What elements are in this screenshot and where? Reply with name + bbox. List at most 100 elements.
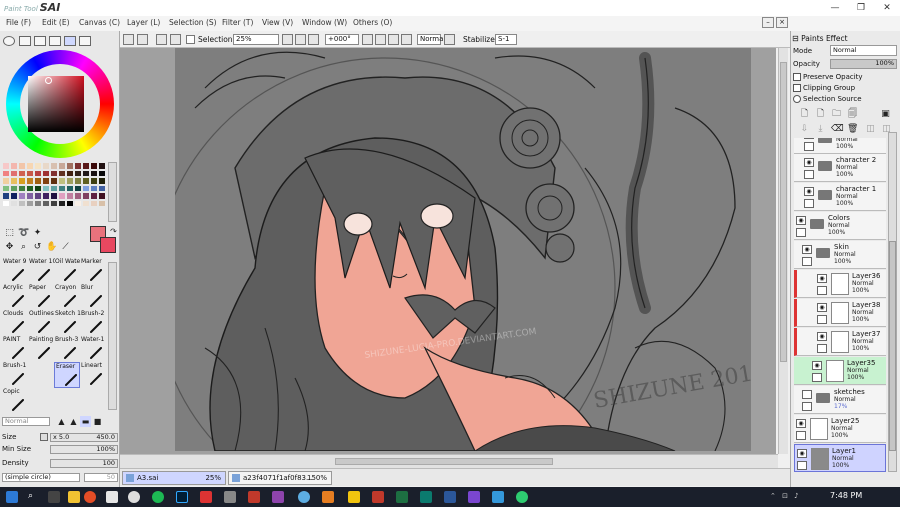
chrome-icon[interactable]: [84, 491, 96, 503]
minimize-button[interactable]: —: [822, 0, 848, 16]
color-swatch[interactable]: [74, 162, 82, 170]
saturation-value-square[interactable]: [28, 76, 84, 132]
color-swatch[interactable]: [42, 169, 50, 177]
duplicate-layer-icon[interactable]: 🗐: [847, 109, 858, 120]
color-swatch[interactable]: [26, 162, 34, 170]
brush-slot[interactable]: Copic: [2, 388, 28, 414]
color-swatch[interactable]: [42, 177, 50, 185]
brush-slot[interactable]: Water-1: [80, 336, 106, 362]
doc-tab-a3[interactable]: A3.sai 25%: [122, 471, 226, 485]
layer-row[interactable]: ◉ Layer37 Normal 100%: [794, 328, 886, 356]
layer-scrollbar[interactable]: [888, 132, 897, 472]
shape-flat-icon[interactable]: ■: [92, 416, 103, 427]
canvas-horizontal-scroll-thumb[interactable]: [335, 458, 553, 465]
layer-row[interactable]: ◉ Layer35 Normal 100%: [794, 357, 886, 385]
color-swatch[interactable]: [82, 177, 90, 185]
swatches-tab-icon[interactable]: [64, 36, 76, 46]
blend-mode-button[interactable]: [444, 34, 455, 45]
menu-filter[interactable]: Filter (T): [222, 18, 253, 27]
color-swatch[interactable]: [66, 192, 74, 200]
color-swatch[interactable]: [34, 192, 42, 200]
restore-button[interactable]: ❐: [848, 0, 874, 16]
color-swatch[interactable]: [42, 162, 50, 170]
visibility-eye-icon[interactable]: ◉: [812, 361, 822, 370]
color-swatch[interactable]: [58, 184, 66, 192]
selection-checkbox[interactable]: [186, 35, 195, 44]
rotate-tool-icon[interactable]: ↺: [32, 242, 43, 253]
menu-canvas[interactable]: Canvas (C): [79, 18, 120, 27]
visibility-eye-icon[interactable]: ◉: [817, 274, 827, 283]
visibility-eye-icon[interactable]: ◉: [802, 245, 812, 254]
color-swatch[interactable]: [50, 199, 58, 207]
new-folder-icon[interactable]: 🗀: [831, 109, 842, 120]
layer-row[interactable]: ◉ Layer1 Normal 100%: [794, 444, 886, 472]
color-swatch[interactable]: [98, 192, 106, 200]
visibility-eye-icon[interactable]: ◉: [796, 216, 806, 225]
transfer-down-icon[interactable]: ⇩: [799, 124, 810, 135]
shape-hard-icon[interactable]: ▲: [56, 416, 67, 427]
visibility-eye-icon[interactable]: ◉: [804, 138, 814, 139]
color-swatch[interactable]: [98, 184, 106, 192]
mdi-close-button[interactable]: ×: [776, 17, 788, 28]
brush-shape-select[interactable]: (simple circle): [2, 473, 80, 482]
color-swatch[interactable]: [98, 199, 106, 207]
rgb-slider-tab-icon[interactable]: [19, 36, 31, 46]
layer-folder-row[interactable]: ◉ character 1 Normal 100%: [794, 183, 886, 211]
brush-slot[interactable]: Painting: [28, 336, 54, 362]
layer-lock-icon[interactable]: [812, 373, 822, 382]
stabilizer-select[interactable]: S-1: [495, 34, 517, 45]
brush-slot[interactable]: Blur: [80, 284, 106, 310]
system-tray[interactable]: ⌃ ⊡ ♪: [770, 492, 801, 500]
color-swatch[interactable]: [50, 162, 58, 170]
brush-slot[interactable]: Clouds: [2, 310, 28, 336]
hsv-slider-tab-icon[interactable]: [34, 36, 46, 46]
color-swatch[interactable]: [10, 192, 18, 200]
color-swatch[interactable]: [82, 169, 90, 177]
layer-lock-icon[interactable]: [804, 199, 814, 208]
color-swatch[interactable]: [66, 169, 74, 177]
delete-layer-icon[interactable]: 🗑: [847, 124, 858, 135]
brush-shape-value[interactable]: 50: [84, 473, 118, 482]
brush-slot[interactable]: Outlines: [28, 310, 54, 336]
color-swatch[interactable]: [10, 162, 18, 170]
color-swatch[interactable]: [50, 169, 58, 177]
search-icon[interactable]: ⌕: [28, 491, 40, 503]
paints-effect-header[interactable]: ⊟ Paints Effect: [792, 34, 848, 43]
layer-folder-row[interactable]: ◉Normal100%: [794, 138, 886, 154]
deselect-button[interactable]: [156, 34, 167, 45]
publisher-icon[interactable]: [420, 491, 432, 503]
color-swatch[interactable]: [66, 184, 74, 192]
layer-lock-icon[interactable]: [817, 286, 827, 295]
min-size-field[interactable]: 100%: [50, 445, 118, 454]
color-swatch[interactable]: [90, 192, 98, 200]
blend-mode-select[interactable]: Normal: [417, 34, 445, 45]
color-swatch[interactable]: [26, 184, 34, 192]
visibility-eye-icon[interactable]: [802, 390, 812, 399]
color-swatch[interactable]: [10, 177, 18, 185]
color-swatch[interactable]: [82, 192, 90, 200]
obs-icon[interactable]: [128, 491, 140, 503]
browser-icon[interactable]: [298, 491, 310, 503]
color-swatch[interactable]: [74, 199, 82, 207]
word-icon[interactable]: [444, 491, 456, 503]
color-swatch[interactable]: [58, 199, 66, 207]
menu-window[interactable]: Window (W): [302, 18, 347, 27]
visibility-eye-icon[interactable]: ◉: [817, 332, 827, 341]
color-swatch[interactable]: [10, 169, 18, 177]
zoom-select[interactable]: 25%: [233, 34, 279, 45]
layer-folder-row[interactable]: ◉ character 2 Normal 100%: [794, 154, 886, 182]
lasso-tool-icon[interactable]: ➰: [18, 228, 29, 239]
rotate-right-button[interactable]: [375, 34, 386, 45]
color-swatch[interactable]: [58, 162, 66, 170]
color-swatch[interactable]: [26, 199, 34, 207]
app-icon-3[interactable]: [322, 491, 334, 503]
flip-button[interactable]: [401, 34, 412, 45]
brush-slot[interactable]: Lineart: [80, 362, 106, 388]
layer-row[interactable]: ◉ Layer38 Normal 100%: [794, 299, 886, 327]
color-swatch[interactable]: [18, 199, 26, 207]
canvas-vertical-scroll-thumb[interactable]: [780, 62, 787, 362]
brush-slot[interactable]: Brush-2: [80, 310, 106, 336]
color-swatch[interactable]: [58, 169, 66, 177]
color-swatch[interactable]: [90, 169, 98, 177]
color-swatch[interactable]: [90, 162, 98, 170]
